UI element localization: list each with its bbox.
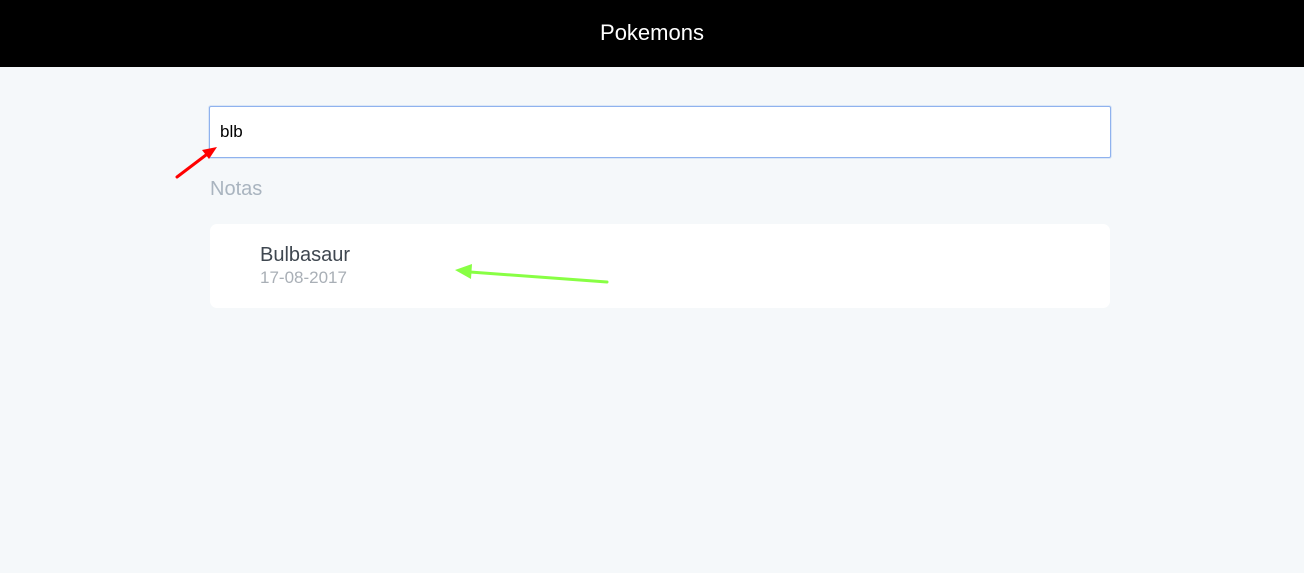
list-item[interactable]: Bulbasaur 17-08-2017: [210, 224, 1110, 308]
top-bar: Pokemons: [0, 0, 1304, 67]
note-date: 17-08-2017: [260, 268, 347, 287]
note-title: Bulbasaur: [260, 244, 351, 266]
notes-section-label: Notas: [210, 178, 263, 200]
search-field[interactable]: [209, 106, 1111, 158]
page-title: Pokemons: [600, 20, 704, 45]
search-input[interactable]: [210, 107, 1110, 157]
